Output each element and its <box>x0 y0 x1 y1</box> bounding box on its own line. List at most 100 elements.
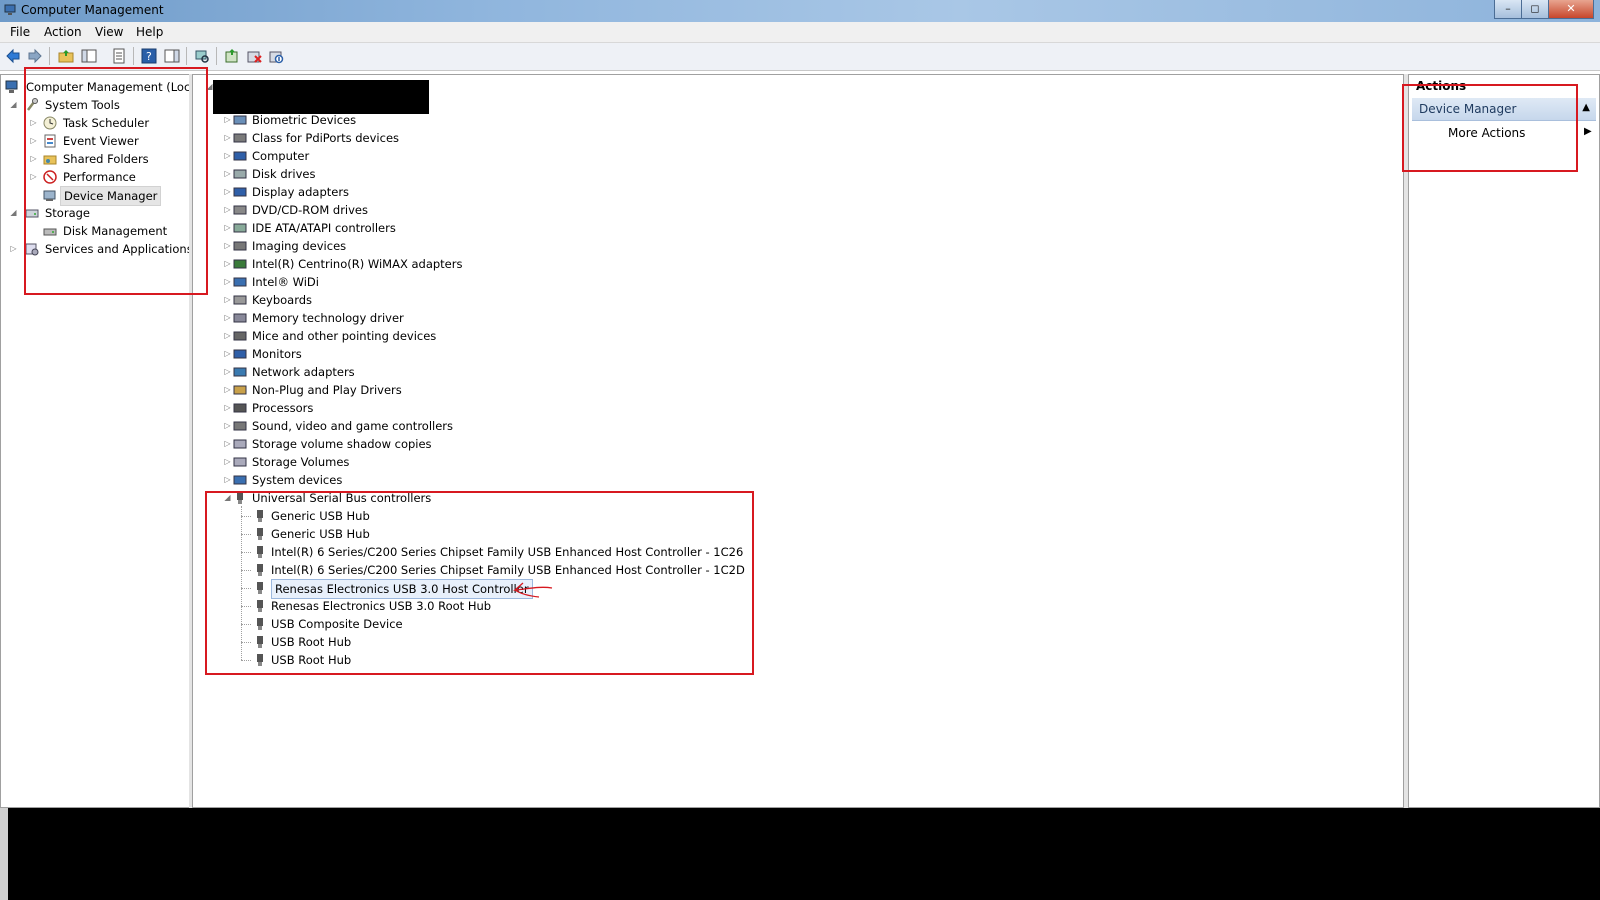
more-actions-link[interactable]: More Actions <box>1448 126 1525 140</box>
tree-shared-folders[interactable]: Shared Folders <box>63 150 149 168</box>
menu-help[interactable]: Help <box>136 25 163 39</box>
device-category-icon <box>233 277 247 287</box>
expand-arrow-icon[interactable]: ▷ <box>223 147 232 165</box>
clock-icon <box>43 116 57 130</box>
tree-disk-management[interactable]: Disk Management <box>63 222 167 240</box>
show-hide-tree-icon[interactable] <box>81 48 97 64</box>
expand-arrow-icon[interactable]: ▷ <box>29 114 38 132</box>
expand-arrow-icon[interactable]: ▷ <box>223 381 232 399</box>
expand-arrow-icon[interactable]: ▷ <box>223 399 232 417</box>
usb-device-icon <box>257 564 263 576</box>
menu-file[interactable]: File <box>10 25 30 39</box>
usb-device-label: Intel(R) 6 Series/C200 Series Chipset Fa… <box>271 545 744 559</box>
usb-device-icon <box>257 618 263 630</box>
device-tree-pane[interactable]: ◢ ▷ Biometric Devices ▷ Class for PdiPorts … <box>192 74 1404 808</box>
device-category-icon <box>233 313 247 323</box>
tree-connector-branch <box>241 660 251 661</box>
expand-arrow-icon[interactable]: ▷ <box>223 165 232 183</box>
tree-connector-line <box>241 506 242 660</box>
expand-arrow-icon[interactable]: ▷ <box>223 363 232 381</box>
tree-task-scheduler[interactable]: Task Scheduler <box>63 114 149 132</box>
expand-arrow-icon[interactable]: ▷ <box>223 453 232 471</box>
device-category-icon <box>233 241 247 251</box>
device-category-label: Imaging devices <box>252 239 347 253</box>
expand-arrow-icon[interactable]: ▷ <box>223 219 232 237</box>
help-icon[interactable]: ? <box>141 48 157 64</box>
back-arrow-icon[interactable] <box>5 48 21 64</box>
collapse-arrow-icon[interactable]: ◢ <box>9 204 18 222</box>
device-category-label: Memory technology driver <box>252 311 404 325</box>
expand-arrow-icon[interactable]: ▷ <box>223 201 232 219</box>
expand-arrow-icon[interactable]: ▷ <box>29 168 38 186</box>
device-category-icon <box>233 331 247 341</box>
submenu-arrow-icon[interactable]: ▶ <box>1584 126 1592 137</box>
show-hide-action-pane-icon[interactable] <box>164 48 180 64</box>
tree-services-applications[interactable]: Services and Applications <box>45 240 189 258</box>
device-category-icon <box>233 259 247 269</box>
expand-arrow-icon[interactable]: ▷ <box>223 255 232 273</box>
device-category-icon <box>233 349 247 359</box>
console-tree-pane[interactable]: Computer Management (Local ◢ System Tool… <box>0 74 190 808</box>
right-splitter[interactable] <box>1404 74 1408 808</box>
disk-management-icon <box>43 228 57 236</box>
actions-section-device-manager[interactable]: Device Manager ▲ <box>1412 98 1596 121</box>
device-category-label: Storage volume shadow copies <box>252 437 432 451</box>
properties-icon[interactable] <box>111 48 127 64</box>
expand-arrow-icon[interactable]: ▷ <box>9 240 18 258</box>
expand-arrow-icon[interactable]: ▷ <box>29 132 38 150</box>
expand-arrow-icon[interactable]: ▷ <box>223 129 232 147</box>
tree-system-tools[interactable]: System Tools <box>45 96 120 114</box>
disable-icon[interactable] <box>268 48 284 64</box>
collapse-arrow-icon[interactable]: ◢ <box>9 96 18 114</box>
toolbar: ? <box>0 43 1600 71</box>
expand-arrow-icon[interactable]: ▷ <box>223 417 232 435</box>
minimize-button[interactable]: – <box>1494 0 1522 19</box>
expand-arrow-icon[interactable]: ▷ <box>223 327 232 345</box>
tree-storage[interactable]: Storage <box>45 204 90 222</box>
tree-connector-branch <box>241 516 251 517</box>
device-category-icon <box>233 187 247 197</box>
window-title: Computer Management <box>21 3 164 17</box>
title-bar[interactable]: Computer Management – ◻ ✕ <box>0 0 1600 22</box>
svg-text:?: ? <box>146 50 152 63</box>
device-category-label: Computer <box>252 149 310 163</box>
redacted-taskbar <box>8 808 1600 900</box>
device-category-label: Non-Plug and Play Drivers <box>252 383 402 397</box>
expand-arrow-icon[interactable]: ▷ <box>29 150 38 168</box>
expand-arrow-icon[interactable]: ▷ <box>223 273 232 291</box>
usb-device-icon <box>257 510 263 522</box>
uninstall-icon[interactable] <box>246 48 262 64</box>
collapse-arrow-icon[interactable]: ◢ <box>223 489 232 507</box>
tree-root[interactable]: Computer Management (Local <box>26 78 189 96</box>
actions-section-label: Device Manager <box>1419 102 1517 116</box>
tree-performance[interactable]: Performance <box>63 168 136 186</box>
tree-connector-branch <box>241 642 251 643</box>
expand-arrow-icon[interactable]: ▷ <box>223 183 232 201</box>
expand-arrow-icon[interactable]: ▷ <box>223 345 232 363</box>
forward-arrow-icon[interactable] <box>27 48 43 64</box>
collapse-section-icon[interactable]: ▲ <box>1582 102 1590 113</box>
device-category-icon <box>233 295 247 305</box>
close-button[interactable]: ✕ <box>1548 0 1594 19</box>
maximize-button[interactable]: ◻ <box>1521 0 1549 19</box>
usb-device-label: Generic USB Hub <box>271 509 370 523</box>
menu-action[interactable]: Action <box>44 25 82 39</box>
device-category-icon <box>233 439 247 449</box>
up-folder-icon[interactable] <box>58 48 74 64</box>
device-category-label: Disk drives <box>252 167 316 181</box>
expand-arrow-icon[interactable]: ▷ <box>223 237 232 255</box>
device-category-label: Intel(R) Centrino(R) WiMAX adapters <box>252 257 463 271</box>
menu-view[interactable]: View <box>95 25 123 39</box>
expand-arrow-icon[interactable]: ▷ <box>223 309 232 327</box>
tree-device-manager[interactable]: Device Manager <box>60 186 162 206</box>
update-driver-icon[interactable] <box>224 48 240 64</box>
expand-arrow-icon[interactable]: ▷ <box>223 291 232 309</box>
expand-arrow-icon[interactable]: ▷ <box>223 435 232 453</box>
usb-device-label: Generic USB Hub <box>271 527 370 541</box>
computer-management-icon <box>5 80 18 93</box>
scan-hardware-icon[interactable] <box>194 48 210 64</box>
menu-bar: File Action View Help <box>0 22 1600 43</box>
expand-arrow-icon[interactable]: ▷ <box>223 471 232 489</box>
tree-event-viewer[interactable]: Event Viewer <box>63 132 139 150</box>
device-category-icon <box>233 169 247 179</box>
